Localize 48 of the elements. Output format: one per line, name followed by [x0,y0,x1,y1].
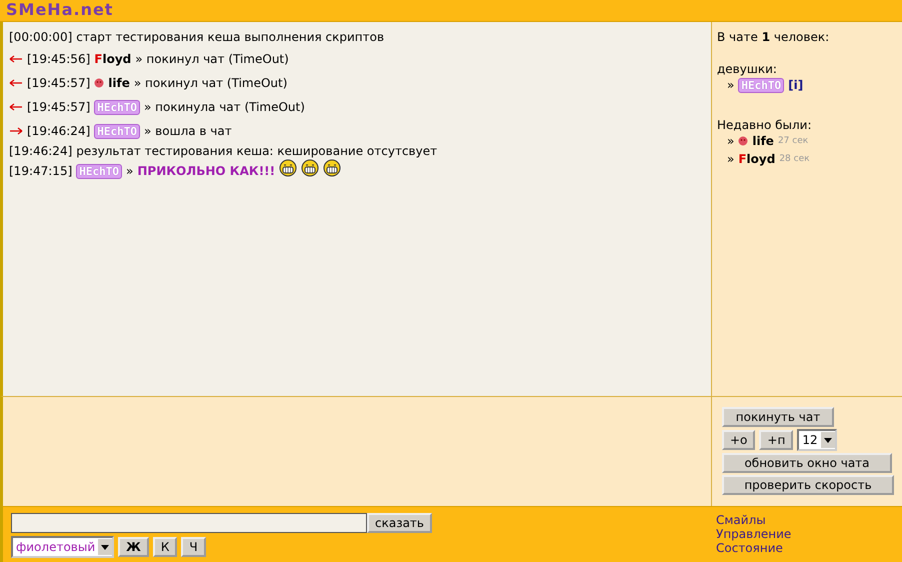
message-text: старт тестирования кеша выполнения скриптов [76,30,384,44]
user-nickname: Floyd [94,52,132,66]
italic-button[interactable]: К [152,537,178,557]
group-label: девушки: [717,62,777,76]
message-text: » покинул чат (TimeOut) [134,76,288,90]
message-time: [19:46:24] [9,144,72,158]
message-time: [19:45:57] [27,76,90,90]
message-time: [19:45:57] [27,100,90,114]
message-time: [19:45:56] [27,52,90,66]
user-count-text: В чате 1 человек: [717,30,830,44]
bullet-text: » [727,78,734,92]
color-select[interactable]: фиолетовый [11,536,114,558]
separator-text: » [126,164,134,178]
bullet-text: » [727,134,734,148]
font-size-select[interactable]: 12 [797,429,837,451]
say-button[interactable]: сказать [367,513,432,533]
user-nickname: life [108,76,130,90]
message-text: результат тестирования кеша: кеширование отсутсвует [76,144,438,158]
user-nickname: life [752,134,774,148]
time-ago: 28 сек [779,154,810,164]
message-time: [19:47:15] [9,164,72,178]
user-nickname: HEchTO [76,164,122,178]
message-time: [00:00:00] [9,30,72,44]
bold-button[interactable]: Ж [118,537,149,557]
menu-link[interactable]: Смайлы [716,513,898,527]
message-text: » покинул чат (TimeOut) [135,52,289,66]
user-nickname: Floyd [738,152,776,166]
recent-label: Недавно были: [717,118,812,132]
user-nickname: HEchTO [94,100,140,114]
message-time: [19:46:24] [27,124,90,138]
info-link[interactable]: [i] [788,78,804,92]
plus-p-button[interactable]: +п [759,430,794,450]
bullet-text: » [727,152,734,166]
user-nickname: HEchTO [738,78,784,92]
menu-link[interactable]: Управление [716,527,898,541]
message-input[interactable] [11,513,367,533]
leave-chat-button[interactable]: покинуть чат [722,407,834,427]
message-text: ПРИКОЛЬНО КАК!!! [137,164,276,178]
underline-button[interactable]: Ч [181,537,206,557]
message-text: » покинула чат (TimeOut) [144,100,305,114]
refresh-chat-button[interactable]: обновить окно чата [722,453,892,473]
user-nickname: HEchTO [94,124,140,138]
menu-link[interactable]: Состояние [716,541,898,555]
message-text: » вошла в чат [144,124,232,138]
site-logo: SMeHa.net [6,0,114,20]
plus-o-button[interactable]: +о [722,430,756,450]
time-ago: 27 сек [778,136,808,146]
check-speed-button[interactable]: проверить скорость [722,475,894,495]
